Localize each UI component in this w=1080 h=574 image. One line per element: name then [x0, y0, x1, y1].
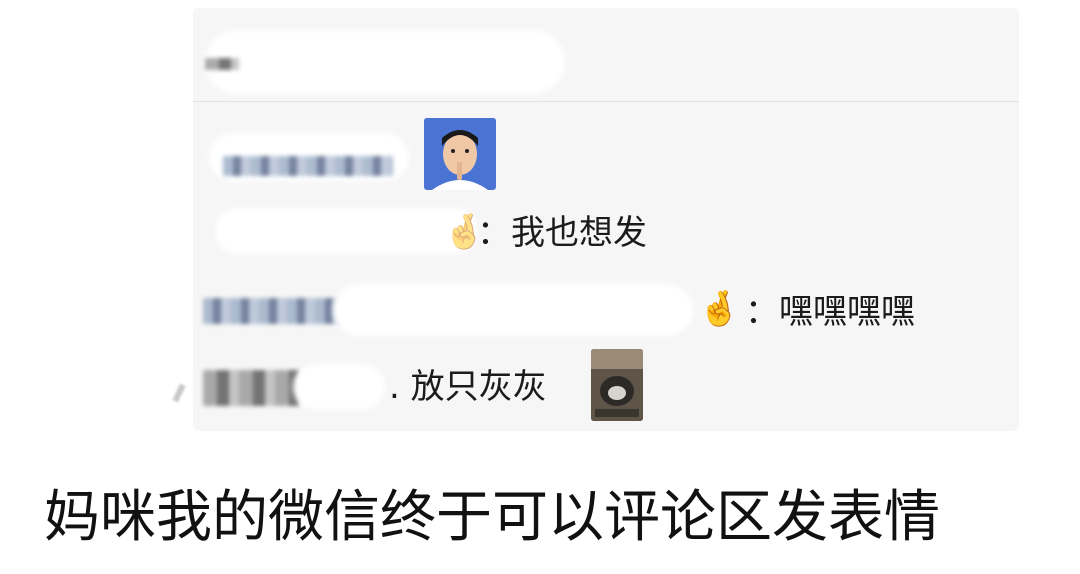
comment-panel: 🤞 ：我也想发 🤞 ：嘿嘿嘿嘿 . 放只灰灰: [193, 8, 1019, 431]
redacted-username-pixels: [203, 298, 343, 324]
sticker-image[interactable]: [591, 349, 643, 421]
post-headline: 妈咪我的微信终于可以评论区发表情: [44, 485, 940, 550]
redacted-username: [293, 364, 385, 410]
crossed-fingers-emoji: 🤞: [698, 289, 741, 329]
screenshot-page: 🤞 ：我也想发 🤞 ：嘿嘿嘿嘿 . 放只灰灰 妈咪我的微信终于可以评论区发表情: [0, 0, 1080, 574]
sticker-cat-drawing: [591, 349, 643, 421]
redacted-avatar: [205, 58, 239, 70]
likes-row-redacted: [193, 8, 1019, 102]
redacted-username: [215, 208, 477, 254]
stray-mark: [172, 383, 186, 403]
redacted-username-pixels: [223, 156, 393, 176]
comment-text: . 放只灰灰: [389, 367, 547, 407]
sticker-image[interactable]: [424, 118, 496, 190]
sticker-man-drawing: [424, 118, 496, 190]
divider: [193, 101, 1019, 102]
redacted-username: [333, 284, 693, 336]
redacted-username-pixels: [203, 370, 299, 406]
comment-text: ：嘿嘿嘿嘿: [745, 292, 915, 332]
redaction-smear: [205, 30, 565, 94]
comment-text: ：我也想发: [477, 213, 647, 253]
